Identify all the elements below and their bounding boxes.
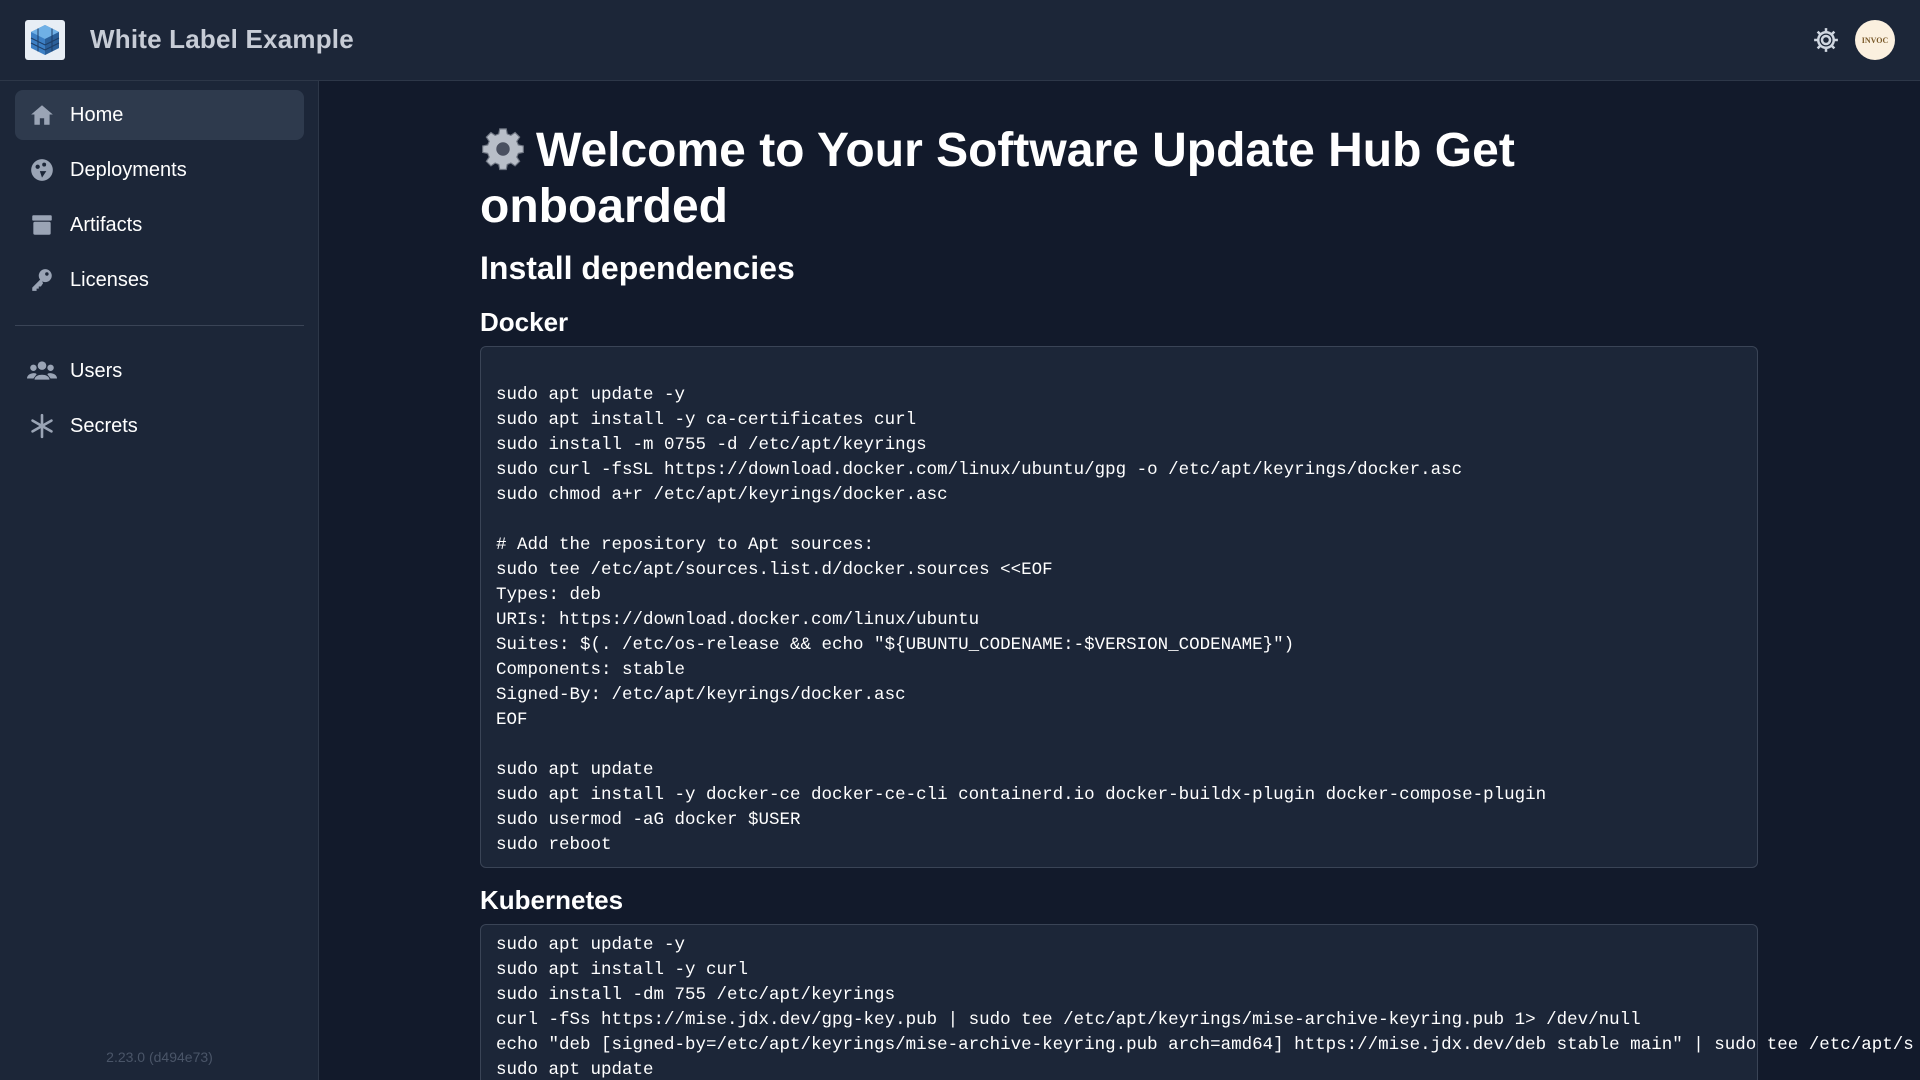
sidebar: Home Deployments Artifacts Licenses User… (0, 81, 319, 1080)
sidebar-item-artifacts[interactable]: Artifacts (15, 200, 304, 250)
sidebar-item-label: Artifacts (70, 213, 143, 236)
sidebar-item-label: Home (70, 103, 124, 126)
sidebar-item-label: Secrets (70, 414, 138, 437)
sidebar-item-secrets[interactable]: Secrets (15, 401, 304, 451)
sidebar-item-deployments[interactable]: Deployments (15, 145, 304, 195)
users-icon (27, 356, 57, 386)
gear-emoji-icon (480, 126, 526, 182)
sidebar-item-label: Deployments (70, 158, 187, 181)
sidebar-item-home[interactable]: Home (15, 90, 304, 140)
page-title-text: Welcome to Your Software Update Hub Get … (480, 124, 1515, 233)
kubernetes-code-block[interactable]: sudo apt update -y sudo apt install -y c… (480, 924, 1914, 1080)
asterisk-icon (27, 411, 57, 441)
user-avatar[interactable]: INVOC (1855, 20, 1895, 60)
docker-heading: Docker (480, 307, 569, 337)
avatar-text: INVOC (1861, 35, 1889, 45)
main-content: Welcome to Your Software Update Hub Get … (320, 82, 1920, 1080)
kubernetes-heading: Kubernetes (480, 885, 624, 915)
page-title: Welcome to Your Software Update Hub Get … (480, 126, 1580, 232)
sidebar-item-label: Users (70, 359, 123, 382)
top-bar: White Label Example INVOC (0, 0, 1920, 81)
sidebar-item-label: Licenses (70, 268, 149, 291)
home-icon (27, 100, 57, 130)
docker-code-block[interactable]: sudo apt update -y sudo apt install -y c… (480, 346, 1758, 868)
settings-gear-icon[interactable] (1811, 25, 1841, 55)
sidebar-divider (15, 325, 304, 326)
key-icon (27, 265, 57, 295)
deployments-icon (27, 155, 57, 185)
artifacts-icon (27, 210, 57, 240)
install-dependencies-heading: Install dependencies (480, 250, 795, 286)
brand-name: White Label Example (90, 24, 354, 54)
sidebar-item-licenses[interactable]: Licenses (15, 255, 304, 305)
sidebar-item-users[interactable]: Users (15, 346, 304, 396)
logo-icon[interactable] (25, 20, 65, 60)
app-version: 2.23.0 (d494e73) (106, 1049, 213, 1065)
